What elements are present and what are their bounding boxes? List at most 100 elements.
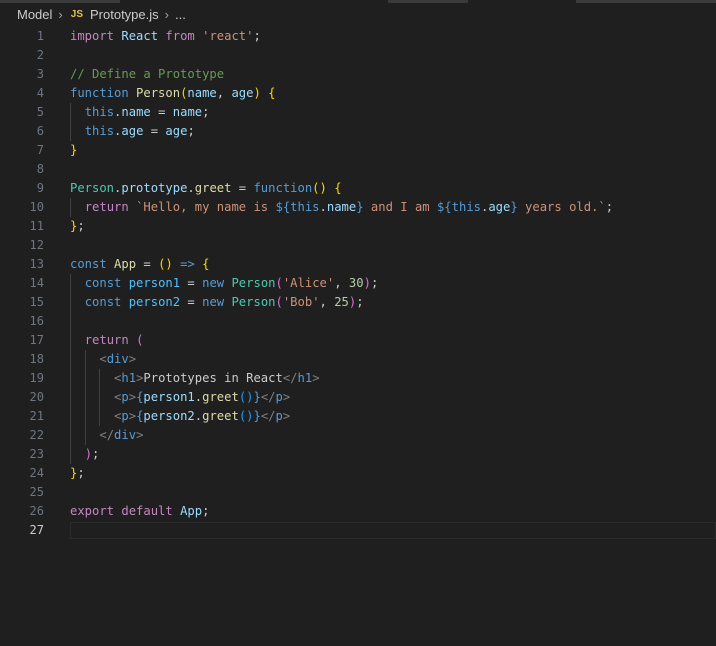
code-line[interactable]: 14 const person1 = new Person('Alice', 3… xyxy=(0,274,716,293)
code-text: const person1 = new Person('Alice', 30); xyxy=(70,274,379,293)
code-token: ; xyxy=(77,219,85,233)
code-line[interactable]: 21 <p>{person2.greet()}</p> xyxy=(0,407,716,426)
line-number: 10 xyxy=(29,200,44,214)
code-token: greet xyxy=(202,409,239,423)
code-line[interactable]: 24}; xyxy=(0,464,716,483)
code-text: const person2 = new Person('Bob', 25); xyxy=(70,293,364,312)
code-line[interactable]: 11}; xyxy=(0,217,716,236)
code-line[interactable]: 17 return ( xyxy=(0,331,716,350)
code-text: function Person(name, age) { xyxy=(70,84,276,103)
code-token: ; xyxy=(202,504,210,518)
line-number: 25 xyxy=(29,485,44,499)
code-text: <h1>Prototypes in React</h1> xyxy=(70,369,320,388)
code-token: 30 xyxy=(348,276,364,290)
code-token: // Define a Prototype xyxy=(70,67,225,81)
code-token: Person xyxy=(231,295,276,309)
code-token: and I am xyxy=(363,200,437,214)
code-line[interactable]: 1 import React from 'react'; xyxy=(0,27,716,46)
code-editor[interactable]: 1 import React from 'react'; 2 3// Define a… xyxy=(0,25,716,646)
code-line[interactable]: 26 export default App; xyxy=(0,502,716,521)
code-token: ; xyxy=(187,124,195,138)
code-token: () xyxy=(312,181,327,195)
code-token: function xyxy=(70,86,129,100)
code-token: this xyxy=(84,124,115,138)
code-token: h1 xyxy=(121,371,137,385)
code-token: = xyxy=(180,276,203,290)
code-token: Person xyxy=(70,181,115,195)
code-line[interactable]: 8 xyxy=(0,160,716,179)
code-token: p xyxy=(121,409,129,423)
line-number: 15 xyxy=(29,295,44,309)
code-token: . xyxy=(319,200,327,214)
code-line[interactable]: 25 xyxy=(0,483,716,502)
code-line[interactable]: 20 <p>{person1.greet()}</p> xyxy=(0,388,716,407)
line-number: 12 xyxy=(29,238,44,252)
code-token: const xyxy=(84,276,122,290)
code-token: person2 xyxy=(128,295,181,309)
code-line[interactable]: 4 function Person(name, age) { xyxy=(0,84,716,103)
code-token: = xyxy=(231,181,254,195)
code-token: 25 xyxy=(334,295,349,309)
code-line[interactable]: 23 ); xyxy=(0,445,716,464)
code-token: > xyxy=(128,390,137,404)
code-token: </ xyxy=(282,371,298,385)
line-number: 2 xyxy=(36,48,44,62)
code-token: > xyxy=(282,390,291,404)
breadcrumb-symbol[interactable]: ... xyxy=(173,7,188,22)
line-number: 13 xyxy=(29,257,44,271)
code-token: name xyxy=(187,86,217,100)
code-token: () xyxy=(158,257,173,271)
code-token: new xyxy=(202,295,225,309)
code-line[interactable]: 6 this.age = age; xyxy=(0,122,716,141)
line-number: 14 xyxy=(29,276,44,290)
code-token: Person xyxy=(231,276,276,290)
line-number: 24 xyxy=(29,466,44,480)
code-line[interactable]: 10 return `Hello, my name is ${this.name… xyxy=(0,198,716,217)
line-number: 5 xyxy=(36,105,44,119)
line-number: 23 xyxy=(29,447,44,461)
code-token: . xyxy=(187,181,195,195)
code-token: > xyxy=(128,352,137,366)
code-token: this xyxy=(84,105,115,119)
code-token: ${ xyxy=(436,200,452,214)
code-token: () xyxy=(238,390,254,404)
code-token: div xyxy=(106,352,129,366)
code-token: from xyxy=(165,29,195,43)
code-token: name xyxy=(326,200,357,214)
code-token: 'Bob' xyxy=(282,295,320,309)
code-line[interactable]: 7} xyxy=(0,141,716,160)
code-token: greet xyxy=(202,390,239,404)
code-line[interactable]: 15 const person2 = new Person('Bob', 25)… xyxy=(0,293,716,312)
code-token: name xyxy=(172,105,203,119)
code-line[interactable]: 16 xyxy=(0,312,716,331)
code-text: <p>{person2.greet()}</p> xyxy=(70,407,290,426)
code-line[interactable]: 9 Person.prototype.greet = function() { xyxy=(0,179,716,198)
line-number: 11 xyxy=(29,219,44,233)
code-line[interactable]: 3 // Define a Prototype xyxy=(0,65,716,84)
code-line[interactable]: 12 xyxy=(0,236,716,255)
code-token: name xyxy=(121,105,151,119)
code-token: ; xyxy=(77,466,85,480)
code-line[interactable]: 5 this.name = name; xyxy=(0,103,716,122)
code-text: <p>{person1.greet()}</p> xyxy=(70,388,290,407)
breadcrumb-file[interactable]: Prototype.js xyxy=(88,7,161,22)
code-token: 'react' xyxy=(202,29,254,43)
code-line[interactable]: 13 const App = () => { xyxy=(0,255,716,274)
code-token: greet xyxy=(194,181,232,195)
indent-guide xyxy=(84,350,86,445)
code-token: > xyxy=(128,409,137,423)
code-line[interactable]: 27 xyxy=(0,521,716,540)
code-token: ; xyxy=(92,447,100,461)
code-line[interactable]: 19 <h1>Prototypes in React</h1> xyxy=(0,369,716,388)
code-line[interactable]: 22 </div> xyxy=(0,426,716,445)
code-text: <div> xyxy=(70,350,136,369)
code-line[interactable]: 18 <div> xyxy=(0,350,716,369)
breadcrumb-folder[interactable]: Model xyxy=(0,7,54,22)
code-line[interactable]: 2 xyxy=(0,46,716,65)
